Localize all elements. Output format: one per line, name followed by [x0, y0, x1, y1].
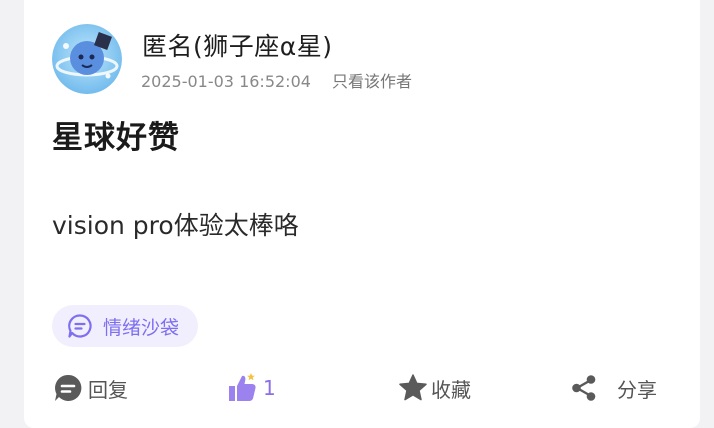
author-name[interactable]: 匿名(狮子座α星) — [142, 27, 333, 63]
share-label: 分享 — [617, 377, 657, 402]
topic-tag[interactable]: 情绪沙袋 — [52, 305, 198, 347]
post-meta: 2025-01-03 16:52:04 只看该作者 — [141, 68, 412, 92]
avatar[interactable] — [52, 24, 122, 94]
only-author-link[interactable]: 只看该作者 — [332, 72, 412, 91]
favorite-label: 收藏 — [431, 377, 471, 402]
thumbs-up-icon — [229, 373, 256, 401]
post-title: 星球好赞 — [52, 120, 180, 156]
favorite-button[interactable]: 收藏 — [398, 369, 471, 407]
share-button[interactable]: 分享 — [569, 369, 657, 407]
like-count: 1 — [263, 376, 276, 400]
post-body: vision pro体验太棒咯 — [52, 211, 299, 240]
post-timestamp: 2025-01-03 16:52:04 — [141, 72, 311, 91]
topic-tag-label: 情绪沙袋 — [103, 316, 180, 339]
star-icon — [399, 374, 427, 401]
reply-label: 回复 — [88, 377, 128, 402]
share-icon — [572, 375, 596, 401]
chat-bubble-icon — [68, 314, 92, 338]
like-button[interactable]: 1 — [226, 369, 276, 407]
reply-button[interactable]: 回复 — [52, 369, 128, 407]
reply-icon — [55, 374, 82, 401]
